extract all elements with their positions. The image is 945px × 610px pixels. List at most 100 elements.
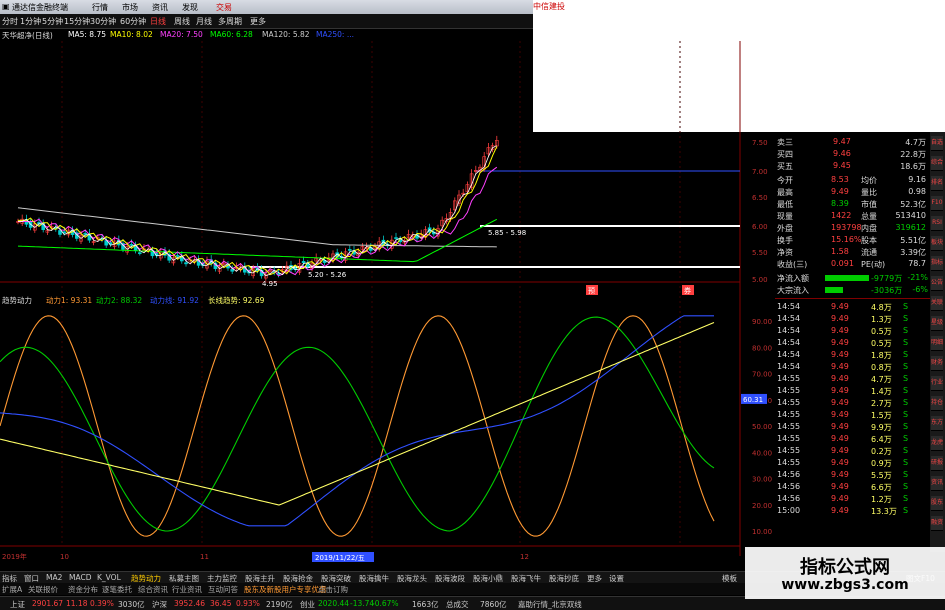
period-tab[interactable]: 1分钟	[20, 16, 41, 27]
tick-row[interactable]: 14:55 9.49 2.7万 S	[775, 397, 930, 409]
tick-side: S	[903, 458, 909, 467]
status-link[interactable]: 点击订购	[318, 584, 348, 595]
side-tab[interactable]: 公告	[931, 276, 943, 291]
tick-row[interactable]: 14:55 9.49 4.7万 S	[775, 373, 930, 385]
date-axis-label: 10	[60, 553, 69, 561]
tick-row[interactable]: 14:54 9.49 1.3万 S	[775, 313, 930, 325]
side-tab[interactable]: 综合	[931, 156, 943, 171]
period-tab[interactable]: 日线	[150, 16, 166, 27]
tick-row[interactable]: 14:55 9.49 1.5万 S	[775, 409, 930, 421]
tick-time: 14:55	[777, 446, 801, 455]
status-link[interactable]: 综合资讯	[138, 584, 168, 595]
tick-row[interactable]: 15:00 9.49 13.3万 S	[775, 505, 930, 517]
tick-row[interactable]: 14:56 9.49 6.6万 S	[775, 481, 930, 493]
side-tab[interactable]: F10	[931, 196, 943, 211]
tick-row[interactable]: 14:55 9.49 1.4万 S	[775, 385, 930, 397]
status-link[interactable]: 逐笔委托	[102, 584, 132, 595]
tick-row[interactable]: 14:54 9.49 0.5万 S	[775, 337, 930, 349]
stat-row[interactable]: 今开 8.53 均价 9.16	[775, 174, 930, 186]
menu-item-news[interactable]: 资讯	[152, 2, 168, 13]
tick-row[interactable]: 14:54 9.49 0.8万 S	[775, 361, 930, 373]
indicator-tab[interactable]: MA2	[46, 573, 62, 582]
period-tab[interactable]: 分时	[2, 16, 18, 27]
side-tab[interactable]: 星级	[931, 316, 943, 331]
side-tab[interactable]: 资讯	[931, 476, 943, 491]
tick-row[interactable]: 14:55 9.49 6.4万 S	[775, 433, 930, 445]
status-link[interactable]: 股东及新股用户专享优惠	[244, 584, 327, 595]
status-link[interactable]: 资金分布	[68, 584, 98, 595]
main-chart[interactable]: 7.50 7.00 6.50 6.00 5.50 5.00 4.95 5.20 - 5.26 5…	[0, 41, 775, 571]
divider	[775, 298, 930, 299]
side-tab[interactable]: 关联	[931, 296, 943, 311]
tick-row[interactable]: 14:56 9.49 5.5万 S	[775, 469, 930, 481]
menu-item-market[interactable]: 市场	[122, 2, 138, 13]
status-link[interactable]: 扩展A	[2, 584, 22, 595]
side-tab[interactable]: 板块	[931, 236, 943, 251]
tick-row[interactable]: 14:55 9.49 0.9万 S	[775, 457, 930, 469]
side-tab[interactable]: 明细	[931, 336, 943, 351]
order-book-row[interactable]: 买四 9.46 22.8万	[775, 148, 930, 160]
side-tab[interactable]: 龙虎	[931, 436, 943, 451]
side-tab[interactable]: 自选	[931, 136, 943, 151]
indicator-tab[interactable]: MACD	[69, 573, 91, 582]
period-tab[interactable]: 更多	[250, 16, 266, 27]
stock-title: 天华超净(日线)	[2, 31, 53, 40]
stat-row[interactable]: 现量 1422 总量 513410	[775, 210, 930, 222]
quote-volume: 18.6万	[900, 162, 926, 171]
stat-row[interactable]: 收益(三) 0.091 PE(动) 78.7	[775, 258, 930, 270]
order-book-row[interactable]: 卖三 9.47 4.7万	[775, 136, 930, 148]
menu-item-trade[interactable]: 交易	[216, 2, 232, 13]
indicator-legend-item: 动力线: 91.92	[150, 295, 199, 305]
indicator-tab[interactable]: K_VOL	[97, 573, 121, 582]
menu-item-quote[interactable]: 行情	[92, 2, 108, 13]
status-link[interactable]: 关联报价	[28, 584, 58, 595]
side-tab[interactable]: 股东	[931, 496, 943, 511]
side-tab[interactable]: 东方	[931, 416, 943, 431]
ticker-item: 创业	[300, 600, 315, 609]
period-tab[interactable]: 60分钟	[120, 16, 146, 27]
tick-row[interactable]: 14:54 9.49 0.5万 S	[775, 325, 930, 337]
side-tab[interactable]: 指标	[931, 256, 943, 271]
fund-flow-row[interactable]: 大宗流入 -3036万 -6%	[775, 284, 930, 296]
menu-item-discover[interactable]: 发现	[182, 2, 198, 13]
period-tab[interactable]: 5分钟	[42, 16, 63, 27]
candle-body	[230, 269, 234, 272]
dongli1-line	[0, 315, 715, 537]
stat-row[interactable]: 净资 1.58 流通 3.39亿	[775, 246, 930, 258]
tick-time: 14:55	[777, 458, 801, 467]
tick-row[interactable]: 14:54 9.49 4.8万 S	[775, 301, 930, 313]
status-link[interactable]: 行业资讯	[172, 584, 202, 595]
stat-value: 3.39亿	[900, 248, 926, 257]
side-tab[interactable]: 持仓	[931, 396, 943, 411]
fund-flow-row[interactable]: 净流入额 -9779万 -21%	[775, 272, 930, 284]
side-tab[interactable]: 财务	[931, 356, 943, 371]
stat-row[interactable]: 最高 9.49 量比 0.98	[775, 186, 930, 198]
stat-row[interactable]: 最低 8.39 市值 52.3亿	[775, 198, 930, 210]
period-tab[interactable]: 多周期	[218, 16, 242, 27]
stat-label: 收益(三)	[777, 260, 808, 269]
period-tab[interactable]: 周线	[174, 16, 190, 27]
stat-row[interactable]: 换手 15.16% 股本 5.51亿	[775, 234, 930, 246]
tick-row[interactable]: 14:55 9.49 0.2万 S	[775, 445, 930, 457]
side-tab[interactable]: 排名	[931, 176, 943, 191]
side-tab[interactable]: 融资	[931, 516, 943, 531]
period-tab[interactable]: 30分钟	[90, 16, 116, 27]
order-book-row[interactable]: 买五 9.45 18.6万	[775, 160, 930, 172]
side-tab[interactable]: 行业	[931, 376, 943, 391]
quote-price: 9.46	[833, 149, 851, 158]
dongli-trend-line	[0, 315, 714, 527]
stat-row[interactable]: 外盘 193798 内盘 319612	[775, 222, 930, 234]
period-tab[interactable]: 月线	[196, 16, 212, 27]
ticker-item: -13.74	[350, 599, 375, 608]
tick-row[interactable]: 14:54 9.49 1.8万 S	[775, 349, 930, 361]
status-link[interactable]: 互动问答	[208, 584, 238, 595]
tick-time: 14:56	[777, 470, 801, 479]
tick-row[interactable]: 14:56 9.49 1.2万 S	[775, 493, 930, 505]
low-price-label: 4.95	[262, 280, 278, 288]
period-tab[interactable]: 15分钟	[64, 16, 90, 27]
stat-label: 现量	[777, 212, 793, 221]
tick-row[interactable]: 14:55 9.49 9.9万 S	[775, 421, 930, 433]
side-tab[interactable]: 研报	[931, 456, 943, 471]
quote-label: 卖三	[777, 138, 793, 147]
side-tab[interactable]: RSI	[931, 216, 943, 231]
